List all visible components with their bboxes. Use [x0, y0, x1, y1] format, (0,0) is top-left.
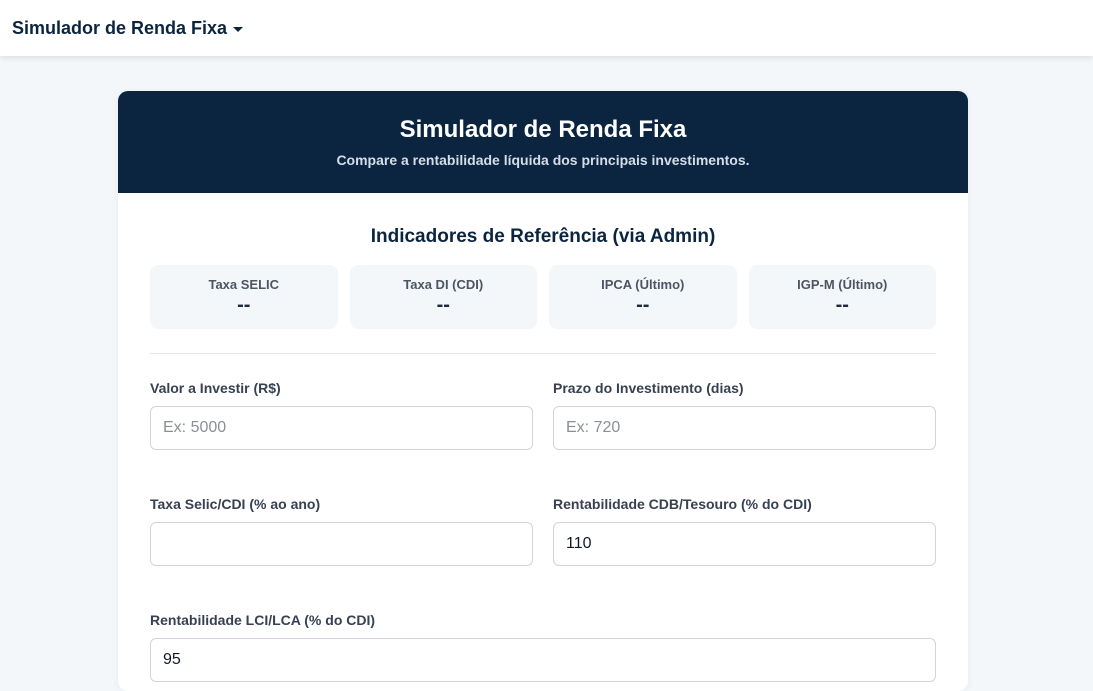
brand-dropdown-toggle[interactable]: Simulador de Renda Fixa [12, 17, 244, 39]
indicator-igpm: IGP-M (Último) -- [748, 265, 936, 329]
indicator-label: IGP-M (Último) [797, 277, 888, 292]
lci-input[interactable] [150, 638, 936, 682]
valor-label: Valor a Investir (R$) [150, 380, 281, 396]
form-row-3: Rentabilidade LCI/LCA (% do CDI) [150, 611, 936, 682]
caret-down-icon [233, 26, 244, 32]
indicator-value: -- [636, 294, 650, 316]
indicator-value: -- [835, 294, 849, 316]
valor-field-group: Valor a Investir (R$) [150, 379, 533, 450]
selic-label: Taxa Selic/CDI (% ao ano) [150, 496, 321, 512]
card-header: Simulador de Renda Fixa Compare a rentab… [118, 91, 968, 193]
lci-label: Rentabilidade LCI/LCA (% do CDI) [150, 612, 376, 628]
prazo-label: Prazo do Investimento (dias) [553, 380, 744, 396]
indicator-cdi: Taxa DI (CDI) -- [349, 265, 537, 329]
section-divider [150, 353, 936, 354]
card-subtitle: Compare a rentabilidade líquida dos prin… [336, 152, 750, 168]
indicator-label: Taxa DI (CDI) [403, 277, 484, 292]
simulator-card: Simulador de Renda Fixa Compare a rentab… [118, 91, 968, 691]
brand-label: Simulador de Renda Fixa [12, 17, 228, 38]
form-row-1: Valor a Investir (R$) Prazo do Investime… [150, 379, 936, 450]
indicators-section-title: Indicadores de Referência (via Admin) [370, 226, 716, 247]
selic-input[interactable] [150, 522, 533, 566]
selic-field-group: Taxa Selic/CDI (% ao ano) [150, 495, 533, 566]
card-title: Simulador de Renda Fixa [399, 116, 687, 143]
prazo-field-group: Prazo do Investimento (dias) [553, 379, 936, 450]
form-row-2: Taxa Selic/CDI (% ao ano) Rentabilidade … [150, 495, 936, 566]
top-navbar: Simulador de Renda Fixa [0, 0, 1093, 56]
indicator-value: -- [237, 294, 251, 316]
indicator-label: IPCA (Último) [601, 277, 685, 292]
indicator-ipca: IPCA (Último) -- [549, 265, 737, 329]
cdb-label: Rentabilidade CDB/Tesouro (% do CDI) [553, 496, 812, 512]
indicator-label: Taxa SELIC [208, 277, 280, 292]
indicators-grid: Taxa SELIC -- Taxa DI (CDI) -- IPCA (Últ… [150, 265, 936, 329]
prazo-input[interactable] [553, 406, 936, 450]
cdb-input[interactable] [553, 522, 936, 566]
valor-input[interactable] [150, 406, 533, 450]
lci-field-group: Rentabilidade LCI/LCA (% do CDI) [150, 611, 936, 682]
card-body: Indicadores de Referência (via Admin) Ta… [118, 225, 968, 682]
indicator-value: -- [436, 294, 450, 316]
cdb-field-group: Rentabilidade CDB/Tesouro (% do CDI) [553, 495, 936, 566]
indicator-selic: Taxa SELIC -- [150, 265, 338, 329]
